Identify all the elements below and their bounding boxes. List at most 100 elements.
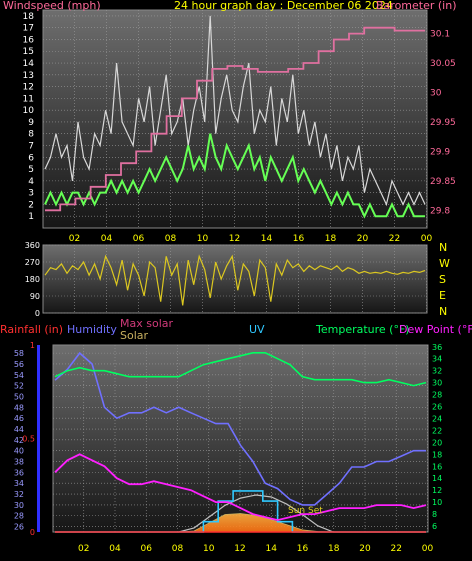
humidity-y-tick-label: 38 [14,458,24,467]
temperature-y-tick-label: 34 [432,355,442,364]
temperature-y-tick-label: 6 [432,522,437,531]
wind-x-tick-label: 16 [293,234,305,244]
wind-x-tick-label: 20 [357,234,369,244]
windspeed-y-tick-label: 2 [28,200,34,210]
windspeed-y-tick-label: 3 [28,189,34,199]
temp-x-tick-label: 18 [328,544,340,554]
wind-x-tick-label: 18 [325,234,337,244]
temperature-y-tick-label: 10 [432,498,442,507]
barometer-y-tick-label: 30.1 [430,30,450,40]
temp-x-tick-label: 12 [234,544,245,554]
temperature-axis-title: Temperature (°F) [315,323,410,336]
temperature-y-tick-label: 22 [432,426,442,435]
wind-baro-panel [42,9,428,229]
windspeed-y-tick-label: 4 [28,177,34,187]
temp-x-tick-label: 20 [359,544,371,554]
wind-x-tick-label: 00 [421,234,433,244]
temp-x-tick-label: 08 [172,544,184,554]
humidity-y-tick-label: 40 [14,447,24,456]
wind-x-tick-label: 14 [261,234,273,244]
temperature-y-tick-label: 20 [432,438,442,447]
humidity-y-tick-label: 48 [14,403,24,412]
temperature-y-tick-label: 36 [432,343,442,352]
temp-x-tick-label: 04 [109,544,121,554]
uv-legend: UV [249,323,265,336]
windspeed-y-tick-label: 1 [28,212,34,222]
windspeed-y-tick-label: 7 [28,142,34,152]
compass-north-bottom: N [439,305,447,318]
humidity-y-tick-label: 34 [14,479,24,488]
windspeed-y-tick-label: 9 [28,118,34,128]
weather-charts: 02 04 06 08 10 12 14 16 18 20 22 001234567891011121… [0,0,472,561]
temp-x-tick-label: 02 [78,544,89,554]
barometer-axis-title: Barometer (in) [376,0,457,12]
temp-x-tick-label: 14 [266,544,278,554]
humidity-y-tick-label: 52 [14,382,24,391]
temp-x-tick-label: 00 [422,544,434,554]
rain-axis-bar [37,345,40,532]
humidity-y-tick-label: 54 [14,371,24,380]
rainfall-y-tick-label: 0.5 [22,435,35,444]
windspeed-y-tick-label: 12 [23,83,34,93]
humidity-y-tick-label: 50 [14,392,24,401]
windspeed-y-tick-label: 5 [28,165,34,175]
temperature-y-tick-label: 12 [432,486,442,495]
windspeed-y-tick-label: 15 [23,47,34,57]
solar-legend: Solar [120,329,149,342]
humidity-y-tick-label: 58 [14,349,24,358]
wind-direction-y-tick-label: 0 [35,309,40,318]
wind-x-tick-label: 12 [229,234,240,244]
temperature-y-tick-label: 26 [432,403,442,412]
temperature-y-tick-label: 8 [432,510,437,519]
windspeed-y-tick-label: 17 [23,24,34,34]
humidity-y-tick-label: 44 [14,425,24,434]
barometer-y-tick-label: 30.05 [430,59,456,69]
wind-x-tick-label: 04 [101,234,113,244]
compass-east: E [439,289,446,302]
windspeed-y-tick-label: 18 [23,12,35,22]
humidity-y-tick-label: 28 [14,512,24,521]
humidity-y-tick-label: 32 [14,490,24,499]
temperature-y-tick-label: 28 [432,391,442,400]
windspeed-y-tick-label: 16 [23,35,35,45]
compass-south: S [439,273,446,286]
temp-x-tick-label: 10 [203,544,215,554]
windspeed-y-tick-label: 11 [23,94,34,104]
compass-west: W [439,257,450,270]
sunset-label: Sun Set [288,506,323,516]
wind-x-tick-label: 22 [389,234,400,244]
windspeed-y-tick-label: 6 [28,153,34,163]
wind-direction-y-tick-label: 270 [25,258,40,267]
humidity-y-tick-label: 46 [14,414,24,423]
temperature-y-tick-label: 24 [432,414,442,423]
windspeed-y-tick-label: 8 [28,130,34,140]
temp-x-tick-label: 16 [297,544,309,554]
rainfall-y-tick-label: 1 [30,341,35,350]
barometer-y-tick-label: 30 [430,88,442,98]
humidity-legend: Humidity [67,323,117,336]
barometer-y-tick-label: 29.9 [430,147,450,157]
wind-x-tick-label: 08 [165,234,177,244]
temperature-y-tick-label: 16 [432,462,442,471]
rainfall-y-tick-label: 0 [30,528,35,537]
windspeed-axis-title: Windspeed (mph) [3,0,101,12]
windspeed-y-tick-label: 14 [23,59,35,69]
windspeed-y-tick-label: 10 [23,106,35,116]
humidity-y-tick-label: 36 [14,468,24,477]
temperature-y-tick-label: 18 [432,450,442,459]
temp-x-tick-label: 22 [391,544,402,554]
temperature-y-tick-label: 14 [432,474,442,483]
wind-direction-y-tick-label: 360 [25,241,40,250]
temp-humidity-panel [52,344,429,533]
barometer-y-tick-label: 29.95 [430,118,456,128]
windspeed-y-tick-label: 13 [23,71,34,81]
wind-direction-y-tick-label: 180 [25,275,40,284]
temperature-y-tick-label: 32 [432,367,442,376]
wind-x-tick-label: 06 [133,234,145,244]
humidity-y-tick-label: 30 [14,501,24,510]
wind-x-tick-label: 02 [69,234,80,244]
rainfall-axis-title: Rainfall (in) [0,323,63,336]
chart-title: 24 hour graph day : December 06 2024 [174,0,393,12]
humidity-y-tick-label: 26 [14,523,24,532]
dewpoint-axis-title: Dew Point (°F) [399,323,472,336]
